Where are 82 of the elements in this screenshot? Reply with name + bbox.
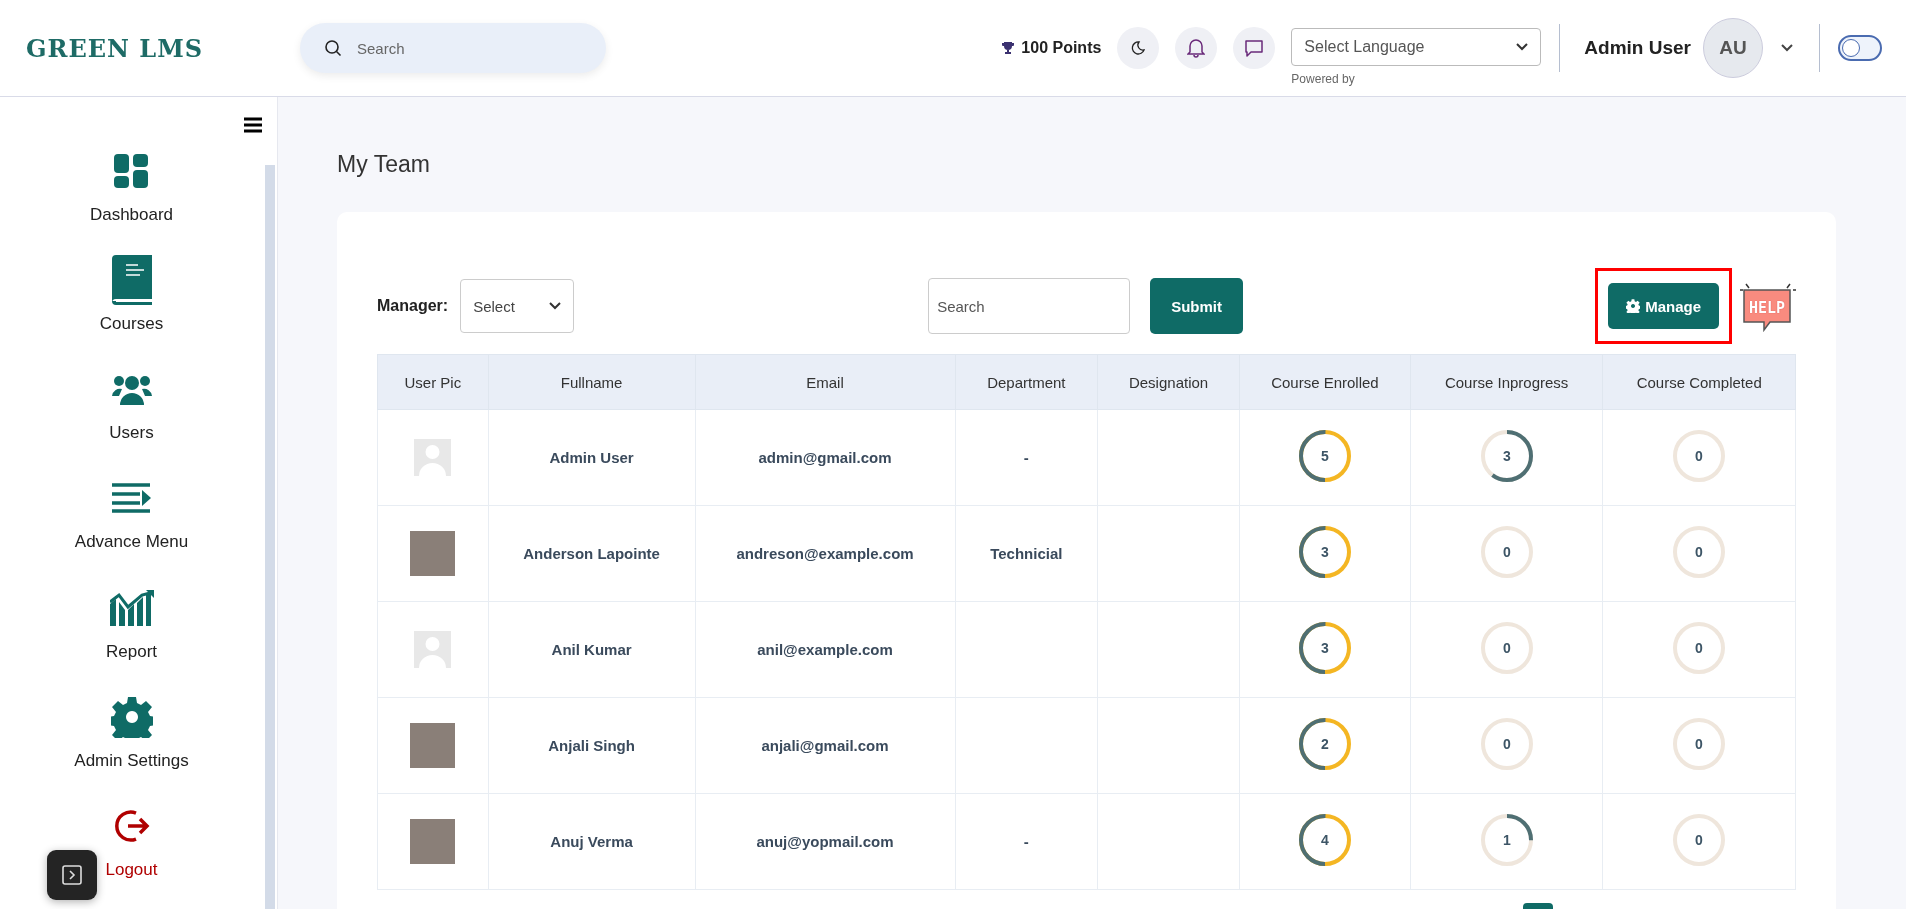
sidebar-item[interactable]: Advance Menu xyxy=(74,472,189,582)
powered-by-text: Powered by xyxy=(1291,72,1356,86)
language-select[interactable]: Select Language xyxy=(1291,28,1542,66)
book-icon xyxy=(109,255,154,306)
ring-value: 0 xyxy=(1695,448,1704,464)
column-header: Email xyxy=(695,354,955,410)
message-button[interactable] xyxy=(1233,27,1276,69)
page-title: My Team xyxy=(337,151,431,178)
bell-icon xyxy=(1187,38,1206,58)
sidebar-item[interactable]: Dashboard xyxy=(89,145,174,255)
ring-value: 5 xyxy=(1321,448,1329,464)
sidebar-item[interactable]: Admin Settings xyxy=(74,690,189,800)
chat-icon xyxy=(1244,38,1265,58)
notification-button[interactable] xyxy=(1175,27,1218,69)
manager-select[interactable]: Select xyxy=(460,279,575,333)
photo-placeholder xyxy=(410,531,456,576)
ring-value: 0 xyxy=(1502,736,1511,752)
column-header: Designation xyxy=(1097,354,1240,410)
trophy-icon xyxy=(1001,41,1016,55)
manager-label: Manager: xyxy=(377,297,449,315)
logo-text: GREEN LMS xyxy=(26,33,204,63)
bar-chart-icon xyxy=(109,589,154,626)
submit-button[interactable]: Submit xyxy=(1150,278,1243,334)
logout-icon xyxy=(113,807,150,844)
manage-button[interactable]: Manage xyxy=(1608,283,1719,329)
photo-placeholder xyxy=(410,819,456,864)
ring-value: 2 xyxy=(1321,736,1329,752)
column-header: User Pic xyxy=(377,354,489,410)
user-avatar[interactable]: AU xyxy=(1703,18,1763,78)
column-header: Course Inprogress xyxy=(1410,354,1603,410)
user-name: Admin User xyxy=(1584,37,1691,59)
user-name: Anil Kumar xyxy=(551,641,632,658)
user-email: anil@example.com xyxy=(757,641,893,658)
expand-button[interactable] xyxy=(47,850,97,900)
column-header: Department xyxy=(955,354,1098,410)
ring-value: 3 xyxy=(1321,640,1329,656)
chevron-down-icon xyxy=(1516,43,1529,51)
chevron-square-icon xyxy=(62,865,82,885)
chevron-down-icon xyxy=(549,302,562,310)
department-text: - xyxy=(1023,449,1029,466)
dashboard-grid-icon xyxy=(114,154,149,188)
user-email: anjali@gmail.com xyxy=(761,737,889,754)
search-field[interactable]: Search xyxy=(928,278,1131,334)
settings-icon xyxy=(110,695,153,738)
column-header: Fullname xyxy=(488,354,696,410)
ring-value: 0 xyxy=(1695,736,1704,752)
theme-toggle[interactable] xyxy=(1838,35,1882,61)
ring-value: 3 xyxy=(1321,544,1329,560)
moon-icon xyxy=(1130,40,1147,56)
ring-value: 0 xyxy=(1695,640,1704,656)
ring-value: 0 xyxy=(1695,832,1704,848)
sidebar-item[interactable]: Report xyxy=(106,581,157,691)
sidebar-item[interactable]: Courses xyxy=(99,254,164,364)
user-name: Admin User xyxy=(549,449,634,466)
chevron-down-icon[interactable] xyxy=(1781,44,1793,52)
user-name: Anderson Lapointe xyxy=(523,545,660,562)
ring-value: 4 xyxy=(1321,832,1329,848)
settings-icon xyxy=(1626,299,1641,313)
dark-mode-button[interactable] xyxy=(1117,27,1160,69)
sidebar-item[interactable]: Users xyxy=(109,363,154,473)
photo-placeholder xyxy=(410,723,456,768)
points-text: 100 Points xyxy=(1021,39,1102,57)
user-name: Anjali Singh xyxy=(548,737,635,754)
column-header: Course Completed xyxy=(1602,354,1796,410)
column-header: Course Enrolled xyxy=(1239,354,1411,410)
ring-value: 3 xyxy=(1502,448,1511,464)
ring-value: 0 xyxy=(1695,544,1704,560)
scrollbar-thumb[interactable] xyxy=(265,165,275,909)
ring-value: 1 xyxy=(1502,832,1511,848)
department-text: - xyxy=(1023,833,1029,850)
department-text: Technicial xyxy=(990,545,1063,562)
user-name: Anuj Verma xyxy=(550,833,633,850)
user-email: anuj@yopmail.com xyxy=(756,833,894,850)
ring-value: 0 xyxy=(1502,640,1511,656)
user-email: andreson@example.com xyxy=(736,545,914,562)
user-email: admin@gmail.com xyxy=(758,449,892,466)
search-icon xyxy=(324,39,342,57)
menu-icon[interactable] xyxy=(244,117,262,133)
search-field[interactable]: Search xyxy=(300,23,606,73)
list-arrow-icon xyxy=(111,483,152,514)
sidebar-item[interactable]: Logout xyxy=(105,799,158,909)
ring-value: 0 xyxy=(1502,544,1511,560)
